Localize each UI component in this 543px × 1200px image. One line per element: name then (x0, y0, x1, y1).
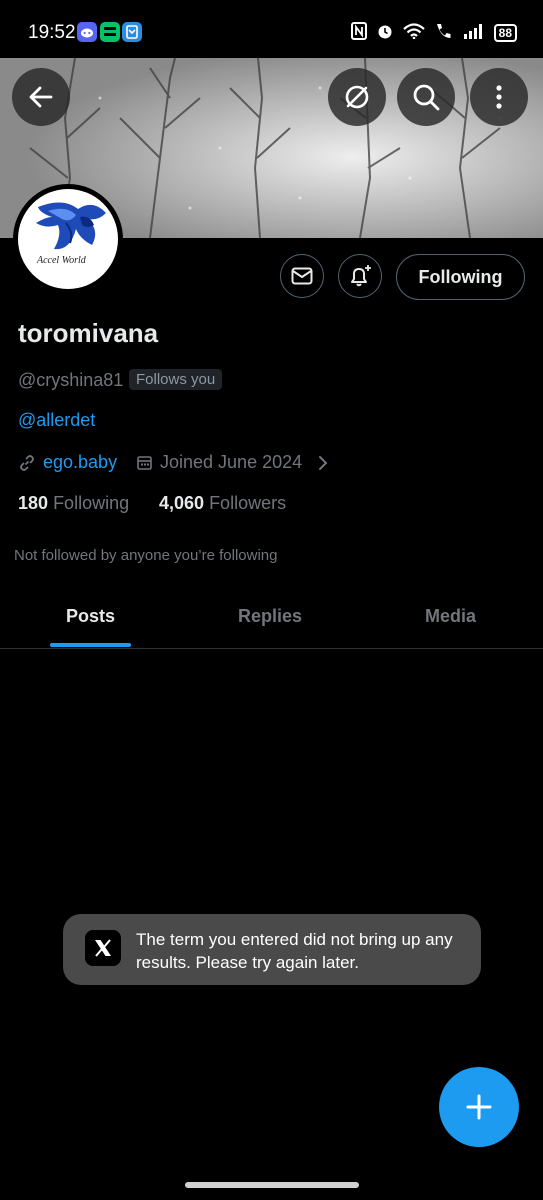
link-icon (18, 454, 36, 477)
grok-button[interactable] (328, 68, 386, 126)
status-bar: 19:52 88 (0, 0, 543, 58)
status-time: 19:52 (28, 22, 76, 43)
message-button[interactable] (280, 254, 324, 298)
user-handle: @cryshina81 (18, 370, 124, 390)
notification-bell-icon (351, 265, 371, 287)
profile-website-link[interactable]: ego.baby (43, 452, 117, 473)
social-context-text: Not followed by anyone you’re following (14, 547, 278, 564)
tab-media[interactable]: Media (425, 606, 476, 627)
search-icon (413, 84, 440, 111)
active-tab-indicator (50, 643, 131, 647)
alarm-icon (376, 22, 394, 43)
wifi-icon (402, 23, 425, 42)
follows-you-badge: Follows you (129, 369, 223, 390)
x-logo-icon (85, 930, 121, 966)
back-button[interactable] (12, 68, 70, 126)
toast-message: The term you entered did not bring up an… (136, 930, 453, 972)
discord-app-icon (77, 22, 97, 42)
compose-post-button[interactable] (439, 1067, 519, 1147)
followers-count: 4,060 (159, 493, 205, 513)
wifi-call-icon (434, 22, 454, 43)
followers-label: Followers (209, 493, 287, 513)
following-label: Following (53, 493, 130, 513)
home-indicator[interactable] (185, 1182, 359, 1188)
notify-button[interactable] (338, 254, 382, 298)
error-toast: The term you entered did not bring up an… (63, 914, 481, 985)
avatar-caption: Accel World (37, 255, 86, 266)
battery-indicator: 88 (493, 23, 517, 42)
search-button[interactable] (397, 68, 455, 126)
nfc-icon (350, 22, 367, 43)
bio-mention-link[interactable]: @allerdet (18, 410, 95, 431)
grok-icon (345, 85, 369, 109)
uber-eats-app-icon (100, 22, 120, 42)
avatar[interactable]: Accel World (13, 184, 123, 294)
more-vertical-icon (496, 85, 502, 109)
tab-replies[interactable]: Replies (238, 606, 302, 627)
tab-posts[interactable]: Posts (66, 606, 115, 627)
back-arrow-icon (29, 86, 53, 108)
following-button[interactable]: Following (396, 254, 525, 300)
plus-icon (466, 1094, 492, 1120)
signal-icon (463, 23, 485, 42)
mail-app-icon (122, 22, 142, 42)
joined-date: Joined June 2024 (160, 452, 303, 472)
chevron-right-icon[interactable] (316, 454, 330, 477)
status-icons: 88 (350, 22, 517, 43)
calendar-icon (136, 454, 153, 476)
profile-tabs: Posts Replies Media (0, 590, 543, 649)
following-count-link[interactable]: 180 Following (18, 493, 129, 514)
following-count: 180 (18, 493, 49, 513)
more-options-button[interactable] (470, 68, 528, 126)
avatar-image: Accel World (18, 189, 118, 289)
display-name: toromivana (18, 318, 159, 348)
followers-count-link[interactable]: 4,060 Followers (159, 493, 286, 514)
message-icon (291, 267, 313, 285)
avatar-logo (36, 202, 106, 250)
